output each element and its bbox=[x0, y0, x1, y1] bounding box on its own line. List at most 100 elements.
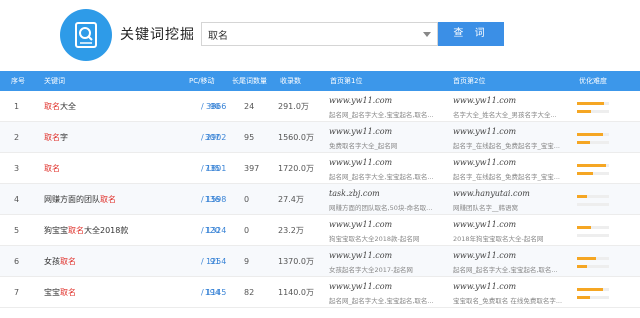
results-count: 27.4万 bbox=[278, 195, 304, 204]
keyword-link[interactable]: 狗宝宝取名大全2018款 bbox=[44, 215, 128, 246]
keyword-prefix: 女孩 bbox=[44, 257, 60, 266]
col-pc-mobile[interactable]: PC/移动 bbox=[189, 71, 214, 91]
mobile-volume[interactable]: 2902 bbox=[206, 122, 226, 153]
table-row: 4 网赚方面的团队取名 136/1598 0 27.4万 task.zbj.com 网赚方面… bbox=[0, 184, 640, 215]
table-row: 2 取名字 307/2902 95 1560.0万 www.yw11.com 免费取名字大全… bbox=[0, 122, 640, 153]
mobile-volume[interactable]: 1598 bbox=[206, 184, 226, 215]
table-row: 3 取名 735/1801 397 1720.0万 www.yw11.com 起名网_起名字… bbox=[0, 153, 640, 184]
table-body: 1 取名大全 90/3866 24 291.0万 www.yw11.com 起名网_起名字大… bbox=[0, 91, 640, 318]
rank2-site[interactable]: www.yw11.com bbox=[453, 251, 516, 260]
difficulty-bar-secondary-fill bbox=[577, 296, 590, 299]
search-field[interactable] bbox=[201, 22, 438, 46]
table-row: 1 取名大全 90/3866 24 291.0万 www.yw11.com 起名网_起名字大… bbox=[0, 91, 640, 122]
difficulty-bar-secondary bbox=[577, 265, 609, 268]
mobile-volume[interactable]: 1801 bbox=[206, 153, 226, 184]
search-document-icon bbox=[75, 22, 97, 48]
difficulty-bar-secondary bbox=[577, 203, 609, 206]
rank1-title: 网赚方面的团队取名,50块-命名取... bbox=[329, 204, 433, 212]
rank2-site[interactable]: www.yw11.com bbox=[453, 96, 516, 105]
keyword-highlight: 取名 bbox=[68, 226, 84, 235]
results-count: 1140.0万 bbox=[278, 288, 314, 297]
rank1-site[interactable]: www.yw11.com bbox=[329, 251, 392, 260]
results-count: 23.2万 bbox=[278, 226, 304, 235]
keyword-link[interactable]: 取名 bbox=[44, 153, 60, 184]
results-count: 291.0万 bbox=[278, 102, 309, 111]
rank2-site[interactable]: www.yw11.com bbox=[453, 158, 516, 167]
rank2-title: 名字大全_姓名大全_男孩名字大全... bbox=[453, 111, 557, 119]
rank1-title: 起名网_起名字大全,宝宝起名,取名... bbox=[329, 297, 434, 305]
row-index: 2 bbox=[14, 133, 20, 142]
table-header: 序号 关键词 PC/移动 长尾词数量 收录数 首页第1位 首页第2位 优化难度 bbox=[0, 71, 640, 91]
longtail-count: 0 bbox=[244, 195, 250, 204]
rank1-site[interactable]: www.yw11.com bbox=[329, 220, 392, 229]
rank2-site[interactable]: www.yw11.com bbox=[453, 127, 516, 136]
difficulty-bar bbox=[577, 288, 609, 291]
difficulty-bar-fill bbox=[577, 288, 603, 291]
difficulty-bar bbox=[577, 226, 609, 229]
longtail-count: 95 bbox=[244, 133, 255, 142]
keyword-suffix: 大全 bbox=[60, 102, 76, 111]
difficulty-bar-secondary-fill bbox=[577, 110, 592, 113]
col-results[interactable]: 收录数 bbox=[280, 71, 301, 91]
keyword-prefix: 网赚方面的团队 bbox=[44, 195, 100, 204]
rank1-site[interactable]: www.yw11.com bbox=[329, 158, 392, 167]
rank2-title: 起名字_在线起名_免费起名字_宝宝... bbox=[453, 142, 560, 150]
difficulty-bar bbox=[577, 102, 609, 105]
longtail-count: 24 bbox=[244, 102, 255, 111]
rank1-site[interactable]: www.yw11.com bbox=[329, 96, 392, 105]
rank2-title: 宝宝取名_免费取名 在线免费取名字... bbox=[453, 297, 563, 305]
mobile-volume[interactable]: 1324 bbox=[206, 215, 226, 246]
keyword-highlight: 取名 bbox=[44, 102, 60, 111]
keyword-highlight: 取名 bbox=[44, 133, 60, 142]
longtail-count: 397 bbox=[244, 164, 260, 173]
rank1-site[interactable]: www.yw11.com bbox=[329, 282, 392, 291]
rank1-site[interactable]: task.zbj.com bbox=[329, 189, 380, 198]
difficulty-bar-fill bbox=[577, 195, 587, 198]
difficulty-bar-fill bbox=[577, 226, 592, 229]
keyword-link[interactable]: 女孩取名 bbox=[44, 246, 76, 277]
keyword-highlight: 取名 bbox=[60, 288, 76, 297]
difficulty-bar-secondary-fill bbox=[577, 141, 590, 144]
col-longtail[interactable]: 长尾词数量 bbox=[232, 71, 267, 91]
row-index: 6 bbox=[14, 257, 20, 266]
keyword-link[interactable]: 网赚方面的团队取名 bbox=[44, 184, 116, 215]
rank2-title: 2018年狗宝宝取名大全-起名网 bbox=[453, 235, 544, 243]
difficulty-bar-secondary-fill bbox=[577, 172, 593, 175]
header: 关键词挖掘 查 词 bbox=[0, 0, 640, 70]
keyword-highlight: 取名 bbox=[100, 195, 116, 204]
rank1-title: 免费取名字大全_起名网 bbox=[329, 142, 398, 150]
col-keyword: 关键词 bbox=[44, 77, 65, 85]
logo bbox=[60, 9, 112, 61]
col-difficulty[interactable]: 优化难度 bbox=[579, 71, 607, 91]
keyword-link[interactable]: 取名大全 bbox=[44, 91, 76, 122]
rank2-title: 起名网_起名字大全,宝宝起名,取名... bbox=[453, 266, 558, 274]
difficulty-bar-secondary bbox=[577, 141, 609, 144]
mobile-volume[interactable]: 3866 bbox=[206, 91, 226, 122]
difficulty-bar-secondary bbox=[577, 296, 609, 299]
search-button[interactable]: 查 词 bbox=[438, 22, 504, 46]
rank1-site[interactable]: www.yw11.com bbox=[329, 127, 392, 136]
difficulty-bar bbox=[577, 133, 609, 136]
difficulty-bar-fill bbox=[577, 164, 606, 167]
mobile-volume[interactable]: 1254 bbox=[206, 246, 226, 277]
longtail-count: 0 bbox=[244, 226, 250, 235]
search-input[interactable] bbox=[202, 23, 412, 45]
keyword-link[interactable]: 宝宝取名 bbox=[44, 277, 76, 308]
rank2-site[interactable]: www.yw11.com bbox=[453, 282, 516, 291]
results-count: 1720.0万 bbox=[278, 164, 314, 173]
col-index: 序号 bbox=[11, 77, 25, 85]
keyword-highlight: 取名 bbox=[60, 257, 76, 266]
rank1-title: 女孩起名字大全2017-起名网 bbox=[329, 266, 413, 274]
rank2-title: 起名字_在线起名_免费起名字_宝宝... bbox=[453, 173, 560, 181]
row-index: 4 bbox=[14, 195, 20, 204]
chevron-down-icon[interactable] bbox=[423, 32, 431, 37]
keyword-link[interactable]: 取名字 bbox=[44, 122, 68, 153]
table-row: 5 狗宝宝取名大全2018款 120/1324 0 23.2万 www.yw11.com 狗… bbox=[0, 215, 640, 246]
mobile-volume[interactable]: 1145 bbox=[206, 277, 226, 308]
difficulty-bar bbox=[577, 257, 609, 260]
difficulty-bar bbox=[577, 164, 609, 167]
rank2-site[interactable]: www.yw11.com bbox=[453, 220, 516, 229]
keyword-suffix: 大全2018款 bbox=[84, 226, 129, 235]
row-index: 1 bbox=[14, 102, 20, 111]
rank2-site[interactable]: www.hanyutai.com bbox=[453, 189, 530, 198]
